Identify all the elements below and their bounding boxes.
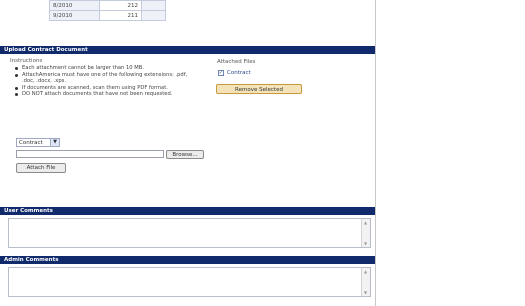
bullet-icon <box>15 86 18 90</box>
user-comments-textarea[interactable]: ▲ ▼ <box>8 218 371 248</box>
instruction-text: AttachAmerica must have one of the follo… <box>22 71 188 84</box>
user-comments-header: User Comments <box>0 207 375 215</box>
table-cell-empty <box>141 0 166 11</box>
bullet-icon <box>15 67 18 70</box>
instruction-text: Each attachment cannot be larger than 10… <box>22 65 144 71</box>
browse-button[interactable]: Browse... <box>166 150 204 159</box>
history-table: 8/2010 212 9/2010 211 <box>49 0 166 21</box>
list-item: Each attachment cannot be larger than 10… <box>14 65 199 71</box>
page-frame: 8/2010 212 9/2010 211 Upload Contract Do… <box>0 0 376 306</box>
bullet-icon <box>15 93 18 97</box>
table-row: 8/2010 212 <box>49 0 166 11</box>
remove-selected-button[interactable]: Remove Selected <box>216 84 302 94</box>
attach-file-button[interactable]: Attach File <box>16 163 66 173</box>
scrollbar[interactable]: ▲ ▼ <box>361 268 370 296</box>
chevron-down-icon[interactable]: ▼ <box>50 139 59 146</box>
table-cell-empty <box>141 10 166 21</box>
document-type-value: Contract <box>19 140 43 146</box>
instruction-text: DO NOT attach documents that have not be… <box>22 91 173 98</box>
instructions-list: Each attachment cannot be larger than 10… <box>14 65 199 98</box>
bullet-icon <box>15 73 18 77</box>
table-cell-date: 8/2010 <box>49 0 100 11</box>
scroll-up-icon[interactable]: ▲ <box>363 220 368 225</box>
attached-file-link[interactable]: Contract <box>227 70 251 76</box>
list-item: If documents are scanned, scan them usin… <box>14 85 199 91</box>
attached-file-checkbox[interactable]: ✓ <box>218 70 224 76</box>
file-path-input[interactable] <box>16 150 164 158</box>
upload-section-header: Upload Contract Document <box>0 46 375 54</box>
instructions-title: Instructions <box>10 58 43 64</box>
table-cell-value: 211 <box>99 10 142 21</box>
scroll-down-icon[interactable]: ▼ <box>363 241 368 246</box>
attached-files-title: Attached Files <box>217 59 256 65</box>
table-cell-date: 9/2010 <box>49 10 100 21</box>
attached-file-item[interactable]: ✓ Contract <box>218 70 251 76</box>
table-row: 9/2010 211 <box>49 10 166 21</box>
admin-comments-header: Admin Comments <box>0 256 375 264</box>
table-cell-value: 212 <box>99 0 142 11</box>
instruction-text: If documents are scanned, scan them usin… <box>22 84 168 91</box>
document-type-select[interactable]: Contract ▼ <box>16 138 60 147</box>
checkmark-icon: ✓ <box>218 69 224 76</box>
scroll-down-icon[interactable]: ▼ <box>363 290 368 295</box>
admin-comments-textarea[interactable]: ▲ ▼ <box>8 267 371 297</box>
list-item: AttachAmerica must have one of the follo… <box>14 72 199 84</box>
scrollbar[interactable]: ▲ ▼ <box>361 219 370 247</box>
scroll-up-icon[interactable]: ▲ <box>363 269 368 274</box>
list-item: DO NOT attach documents that have not be… <box>14 91 199 97</box>
